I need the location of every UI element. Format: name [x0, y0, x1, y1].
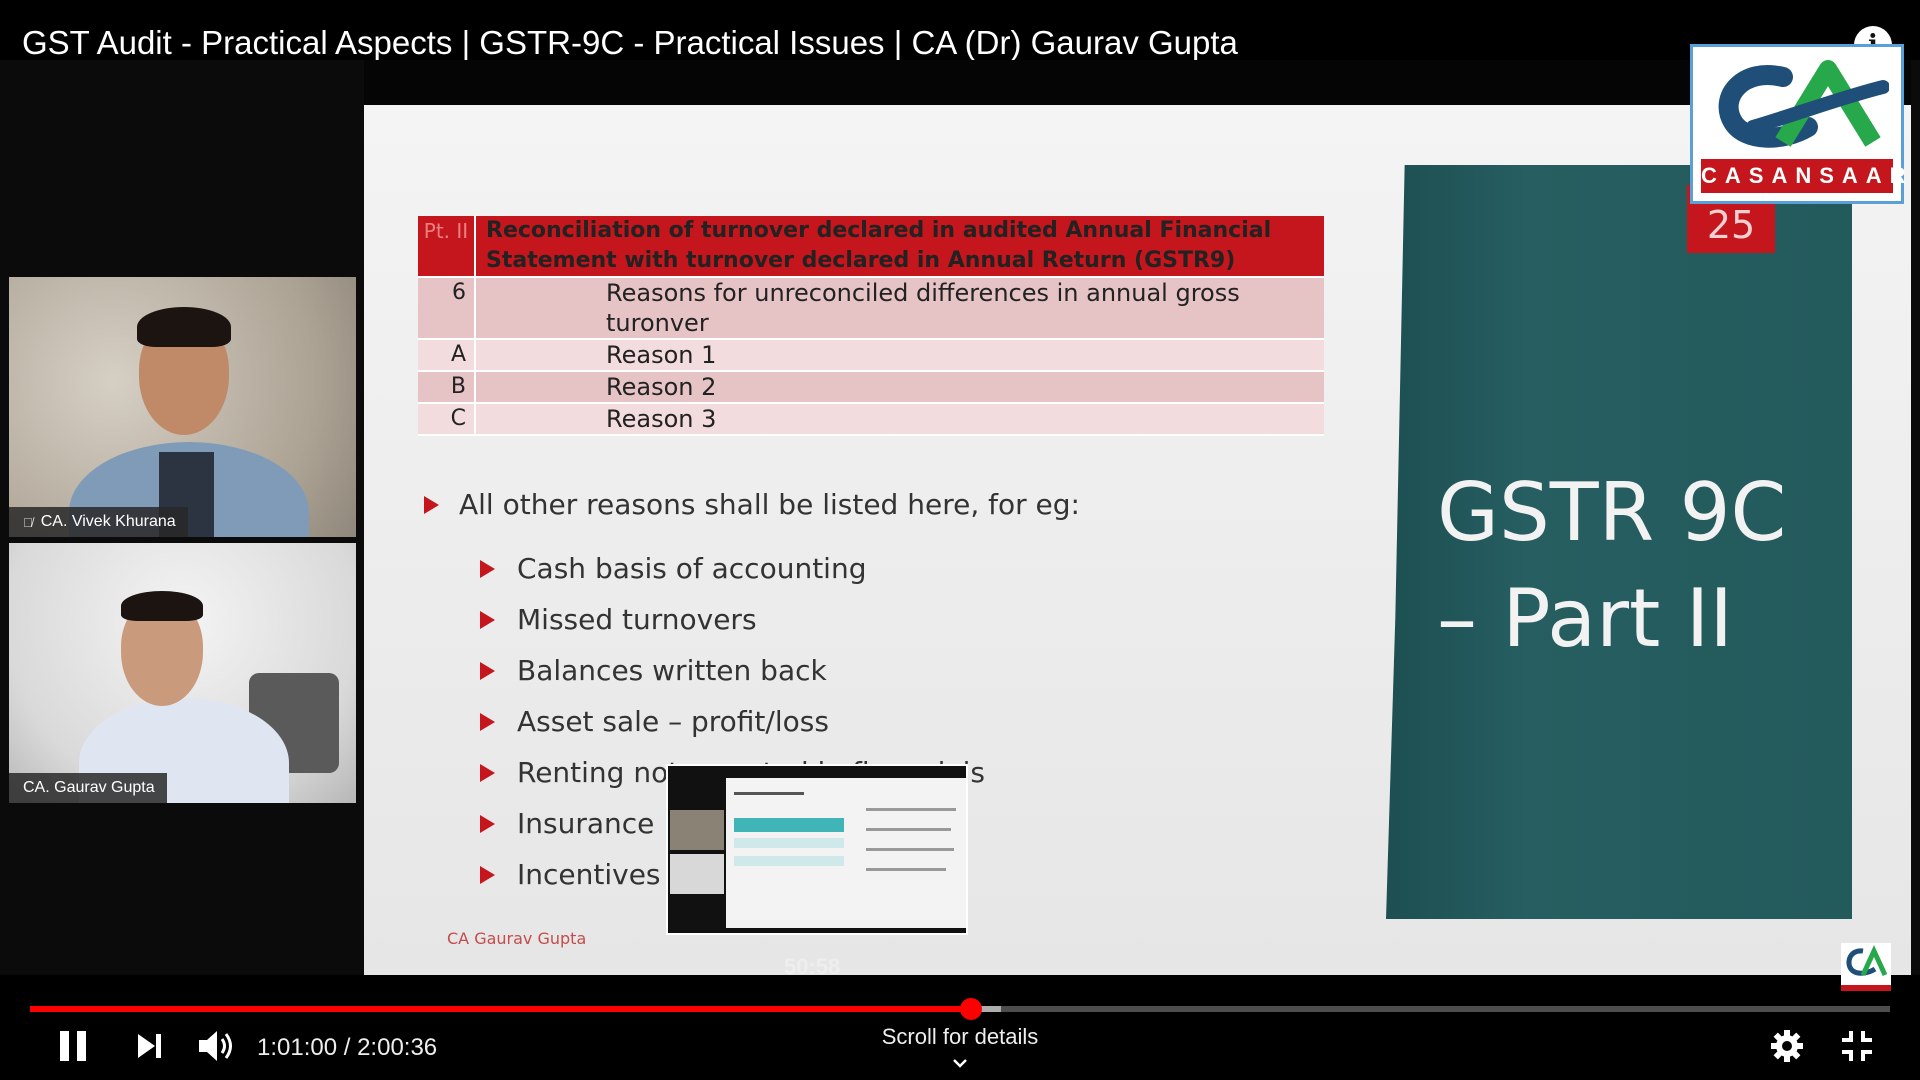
participant-hair	[121, 591, 203, 621]
ca-logo-icon	[1718, 60, 1889, 148]
ca-watermark-icon	[1846, 944, 1888, 977]
preview-line	[734, 792, 804, 795]
bullet-triangle-icon	[424, 495, 439, 514]
row-text: Reason 3	[606, 405, 717, 433]
table-row: C Reason 3	[418, 404, 1324, 436]
exit-fullscreen-icon	[1842, 1031, 1872, 1061]
preview-line	[866, 868, 946, 871]
section-title: GSTR 9C – Part II	[1437, 460, 1786, 672]
participant-name-label: 🎙̸ CA. Vivek Khurana	[9, 507, 188, 537]
bullet-triangle-icon	[480, 712, 495, 731]
settings-icon	[1771, 1030, 1803, 1062]
slide-top-letterbox	[364, 60, 1911, 105]
sub-bullet: Balances written back	[480, 645, 1080, 696]
bullet-triangle-icon	[480, 763, 495, 782]
preview-participant-2	[670, 854, 724, 894]
mic-off-icon: 🎙̸	[23, 514, 33, 530]
slide-author: CA Gaurav Gupta	[447, 929, 587, 948]
preview-line	[866, 848, 954, 851]
chevron-down-icon[interactable]	[952, 1055, 968, 1073]
exit-fullscreen-button[interactable]	[1840, 1028, 1874, 1064]
section-title-line-2: – Part II	[1437, 572, 1733, 665]
preview-line	[734, 856, 844, 866]
preview-line	[734, 838, 844, 848]
preview-line	[734, 818, 844, 832]
reconciliation-table: Pt. II Reconciliation of turnover declar…	[418, 216, 1324, 436]
video-title[interactable]: GST Audit - Practical Aspects | GSTR-9C …	[22, 24, 1238, 62]
preview-line	[866, 828, 951, 831]
preview-participant-1	[670, 810, 724, 850]
sub-bullet-text: Balances written back	[517, 654, 827, 687]
seek-preview-thumbnail	[666, 764, 968, 935]
sub-bullet-text: Missed turnovers	[517, 603, 757, 636]
table-header-part: Pt. II	[418, 216, 476, 276]
settings-button[interactable]	[1770, 1028, 1804, 1064]
participant-tile-1: 🎙̸ CA. Vivek Khurana	[9, 277, 356, 537]
scroll-for-details[interactable]: Scroll for details	[0, 1024, 1920, 1050]
bullet-triangle-icon	[480, 814, 495, 833]
participant-tile-2: CA. Gaurav Gupta	[9, 543, 356, 803]
sub-bullet: Asset sale – profit/loss	[480, 696, 1080, 747]
sub-bullet-text: Insurance	[517, 807, 655, 840]
row-text: Reason 2	[606, 373, 717, 401]
table-row: B Reason 2	[418, 372, 1324, 404]
progress-played	[30, 1006, 972, 1012]
sub-bullet: Missed turnovers	[480, 594, 1080, 645]
preview-slide	[726, 778, 966, 928]
preview-timestamp: 50:58	[784, 954, 841, 979]
scrubber-handle[interactable]	[960, 998, 983, 1020]
row-number: A	[418, 340, 476, 370]
row-text: Reasons for unreconciled differences in …	[606, 279, 1240, 337]
row-number: C	[418, 404, 476, 434]
table-row: A Reason 1	[418, 340, 1324, 372]
sub-bullet: Cash basis of accounting	[480, 543, 1080, 594]
bullet-triangle-icon	[480, 865, 495, 884]
watermark-logo	[1841, 943, 1891, 991]
bullet-triangle-icon	[480, 559, 495, 578]
presentation-slide: Pt. II Reconciliation of turnover declar…	[364, 105, 1911, 975]
row-number: 6	[418, 278, 476, 338]
table-header-text: Reconciliation of turnover declared in a…	[486, 218, 1272, 273]
sub-bullet-text: Incentives	[517, 858, 661, 891]
main-bullet-text: All other reasons shall be listed here, …	[459, 488, 1080, 521]
logo-text: CASANSAAR	[1701, 159, 1906, 193]
bullet-triangle-icon	[480, 610, 495, 629]
participant-name-label: CA. Gaurav Gupta	[9, 773, 167, 803]
row-text: Reason 1	[606, 341, 717, 369]
participant-hair	[137, 307, 231, 347]
row-number: B	[418, 372, 476, 402]
sub-bullet-text: Asset sale – profit/loss	[517, 705, 829, 738]
progress-bar[interactable]	[30, 998, 1890, 1020]
main-bullet: All other reasons shall be listed here, …	[424, 488, 1080, 521]
channel-logo: CASANSAAR	[1690, 44, 1906, 204]
table-row: 6 Reasons for unreconciled differences i…	[418, 278, 1324, 340]
table-header-row: Pt. II Reconciliation of turnover declar…	[418, 216, 1324, 278]
sub-bullet-text: Cash basis of accounting	[517, 552, 867, 585]
participant-name: CA. Gaurav Gupta	[23, 779, 155, 796]
section-title-line-1: GSTR 9C	[1437, 466, 1787, 559]
participant-name: CA. Vivek Khurana	[40, 513, 176, 530]
bullet-triangle-icon	[480, 661, 495, 680]
preview-line	[866, 808, 956, 811]
